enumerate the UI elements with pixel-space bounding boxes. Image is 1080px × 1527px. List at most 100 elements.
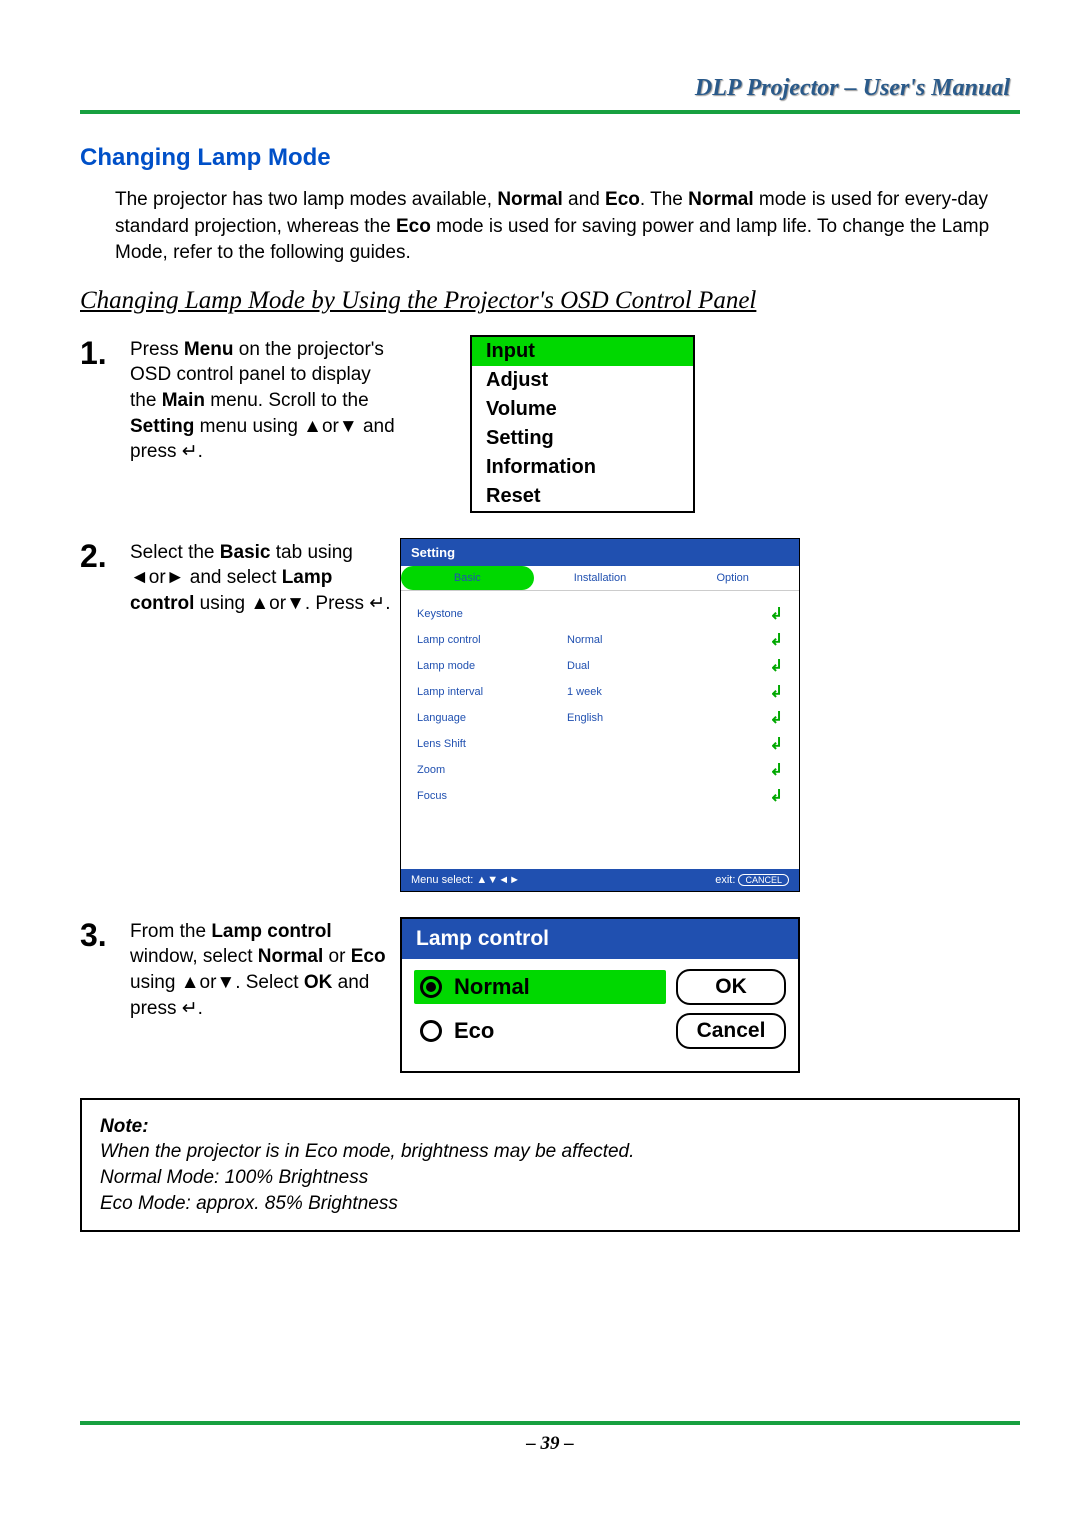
row-lamp-interval: Lamp interval1 week↲ — [417, 679, 783, 705]
bold: Basic — [220, 542, 271, 563]
page-number: – 39 – — [80, 1433, 1020, 1455]
dialog-header: Lamp control — [402, 919, 798, 959]
step-1: 1. Press Menu on the projector's OSD con… — [80, 335, 1020, 513]
label: Lamp mode — [417, 660, 567, 672]
menu-item-reset: Reset — [472, 482, 693, 511]
note-box: Note: When the projector is in Eco mode,… — [80, 1098, 1020, 1233]
value: 1 week — [567, 686, 770, 698]
enter-icon: ↲ — [770, 656, 783, 676]
footer-menu-select: Menu select: ▲▼◄► — [411, 874, 520, 886]
exit-label: exit: — [715, 874, 735, 886]
bold: Setting — [130, 416, 194, 437]
step-number: 3. — [80, 917, 130, 951]
bold: Main — [162, 390, 205, 411]
osd-setting-panel: Setting Basic Installation Option Keysto… — [400, 538, 800, 892]
row-lamp-control: Lamp controlNormal↲ — [417, 627, 783, 653]
subsection-title: Changing Lamp Mode by Using the Projecto… — [80, 287, 1020, 315]
cancel-pill: CANCEL — [738, 874, 789, 886]
bold: Normal — [258, 946, 323, 967]
enter-icon: ↲ — [770, 708, 783, 728]
figure-1: Input Adjust Volume Setting Information … — [400, 335, 1020, 513]
value: Normal — [567, 634, 770, 646]
step-2: 2. Select the Basic tab using ◄or► and s… — [80, 538, 1020, 892]
tab-bar: Basic Installation Option — [401, 566, 799, 591]
bold: Menu — [184, 339, 234, 360]
value: English — [567, 712, 770, 724]
header-title: DLP Projector – User's Manual — [80, 75, 1020, 102]
bold-eco: Eco — [396, 216, 431, 237]
value: Dual — [567, 660, 770, 672]
figure-2: Setting Basic Installation Option Keysto… — [400, 538, 1020, 892]
text: Press — [130, 339, 184, 360]
osd-main-menu: Input Adjust Volume Setting Information … — [470, 335, 695, 513]
intro-paragraph: The projector has two lamp modes availab… — [115, 187, 1020, 267]
text: window, select — [130, 946, 258, 967]
text: or — [323, 946, 350, 967]
text: using ▲or▼. Select — [130, 972, 304, 993]
step-3: 3. From the Lamp control window, select … — [80, 917, 1020, 1073]
rule-bottom — [80, 1421, 1020, 1425]
osd-lamp-control-dialog: Lamp control Normal OK Eco — [400, 917, 800, 1073]
menu-item-volume: Volume — [472, 395, 693, 424]
menu-item-setting: Setting — [472, 424, 693, 453]
option-normal: Normal — [414, 970, 666, 1004]
bold: OK — [304, 972, 333, 993]
menu-item-adjust: Adjust — [472, 366, 693, 395]
note-line: When the projector is in Eco mode, brigh… — [100, 1139, 1000, 1165]
radio-icon — [420, 976, 442, 998]
menu-item-input: Input — [472, 337, 693, 366]
step-text: Select the Basic tab using ◄or► and sele… — [130, 538, 400, 617]
row-lens-shift: Lens Shift ↲ — [417, 731, 783, 757]
enter-icon: ↲ — [770, 630, 783, 650]
panel-footer: Menu select: ▲▼◄► exit: CANCEL — [401, 869, 799, 891]
option-row-normal: Normal OK — [414, 969, 786, 1005]
label: Lens Shift — [417, 738, 567, 750]
row-keystone: Keystone ↲ — [417, 601, 783, 627]
label: Focus — [417, 790, 567, 802]
option-label: Normal — [454, 974, 530, 1000]
enter-icon: ↲ — [770, 786, 783, 806]
row-language: LanguageEnglish↲ — [417, 705, 783, 731]
option-label: Eco — [454, 1018, 494, 1044]
note-line: Eco Mode: approx. 85% Brightness — [100, 1191, 1000, 1217]
note-label: Note: — [100, 1114, 1000, 1140]
option-row-eco: Eco Cancel — [414, 1013, 786, 1049]
tab-basic: Basic — [401, 566, 534, 590]
figure-3: Lamp control Normal OK Eco — [400, 917, 1020, 1073]
text: using ▲or▼. Press ↵. — [194, 593, 390, 614]
bold: Lamp control — [211, 921, 331, 942]
text: Select the — [130, 542, 220, 563]
step-text: From the Lamp control window, select Nor… — [130, 917, 400, 1022]
panel-body: Keystone↲ Lamp controlNormal↲ Lamp modeD… — [401, 591, 799, 869]
label: Language — [417, 712, 567, 724]
menu-item-information: Information — [472, 453, 693, 482]
text: From the — [130, 921, 211, 942]
enter-icon: ↲ — [770, 604, 783, 624]
section-title: Changing Lamp Mode — [80, 144, 1020, 172]
ok-button: OK — [676, 969, 786, 1005]
text: menu. Scroll to the — [205, 390, 369, 411]
row-focus: Focus ↲ — [417, 783, 783, 809]
text: and — [563, 189, 605, 210]
note-line: Normal Mode: 100% Brightness — [100, 1165, 1000, 1191]
dialog-body: Normal OK Eco Cancel — [402, 959, 798, 1071]
label: Keystone — [417, 608, 567, 620]
footer: – 39 – — [80, 1421, 1020, 1455]
label: Zoom — [417, 764, 567, 776]
text: The projector has two lamp modes availab… — [115, 189, 497, 210]
bold-eco: Eco — [605, 189, 640, 210]
radio-icon — [420, 1020, 442, 1042]
tab-installation: Installation — [534, 566, 667, 590]
bold: Eco — [351, 946, 386, 967]
enter-icon: ↲ — [770, 734, 783, 754]
step-number: 2. — [80, 538, 130, 572]
row-zoom: Zoom ↲ — [417, 757, 783, 783]
cancel-button: Cancel — [676, 1013, 786, 1049]
rule-top — [80, 110, 1020, 114]
label: Lamp control — [417, 634, 567, 646]
row-lamp-mode: Lamp modeDual↲ — [417, 653, 783, 679]
step-number: 1. — [80, 335, 130, 369]
enter-icon: ↲ — [770, 760, 783, 780]
bold-normal: Normal — [688, 189, 753, 210]
bold-normal: Normal — [497, 189, 562, 210]
